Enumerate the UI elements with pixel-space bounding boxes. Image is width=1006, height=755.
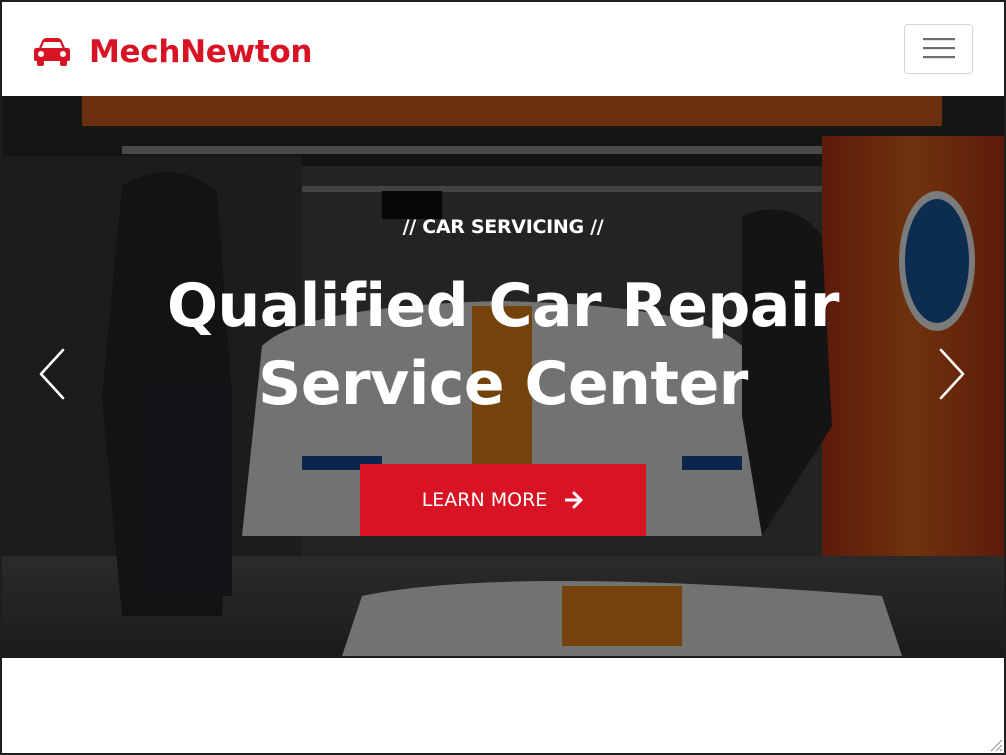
brand-name: MechNewton bbox=[89, 34, 313, 70]
arrow-right-icon bbox=[565, 491, 584, 509]
hero-headline: Qualified Car Repair Service Center bbox=[2, 267, 1004, 423]
learn-more-button[interactable]: LEARN MORE bbox=[360, 464, 646, 536]
hero-kicker: // CAR SERVICING // bbox=[402, 216, 604, 238]
hero-headline-line2: Service Center bbox=[258, 349, 748, 419]
navbar-toggler-button[interactable] bbox=[904, 24, 973, 74]
car-icon bbox=[32, 32, 72, 72]
carousel-prev-button[interactable] bbox=[32, 346, 72, 406]
brand-link[interactable]: MechNewton bbox=[32, 30, 312, 74]
carousel-next-button[interactable] bbox=[932, 346, 972, 406]
chevron-right-icon bbox=[937, 348, 967, 405]
hero-carousel: // CAR SERVICING // Qualified Car Repair… bbox=[2, 96, 1004, 658]
navbar: MechNewton bbox=[2, 2, 1004, 96]
hero-headline-line1: Qualified Car Repair bbox=[166, 271, 840, 341]
chevron-left-icon bbox=[37, 348, 67, 405]
hamburger-menu-icon bbox=[922, 36, 955, 63]
learn-more-label: LEARN MORE bbox=[421, 489, 548, 511]
resize-grip-icon[interactable] bbox=[987, 736, 1003, 752]
